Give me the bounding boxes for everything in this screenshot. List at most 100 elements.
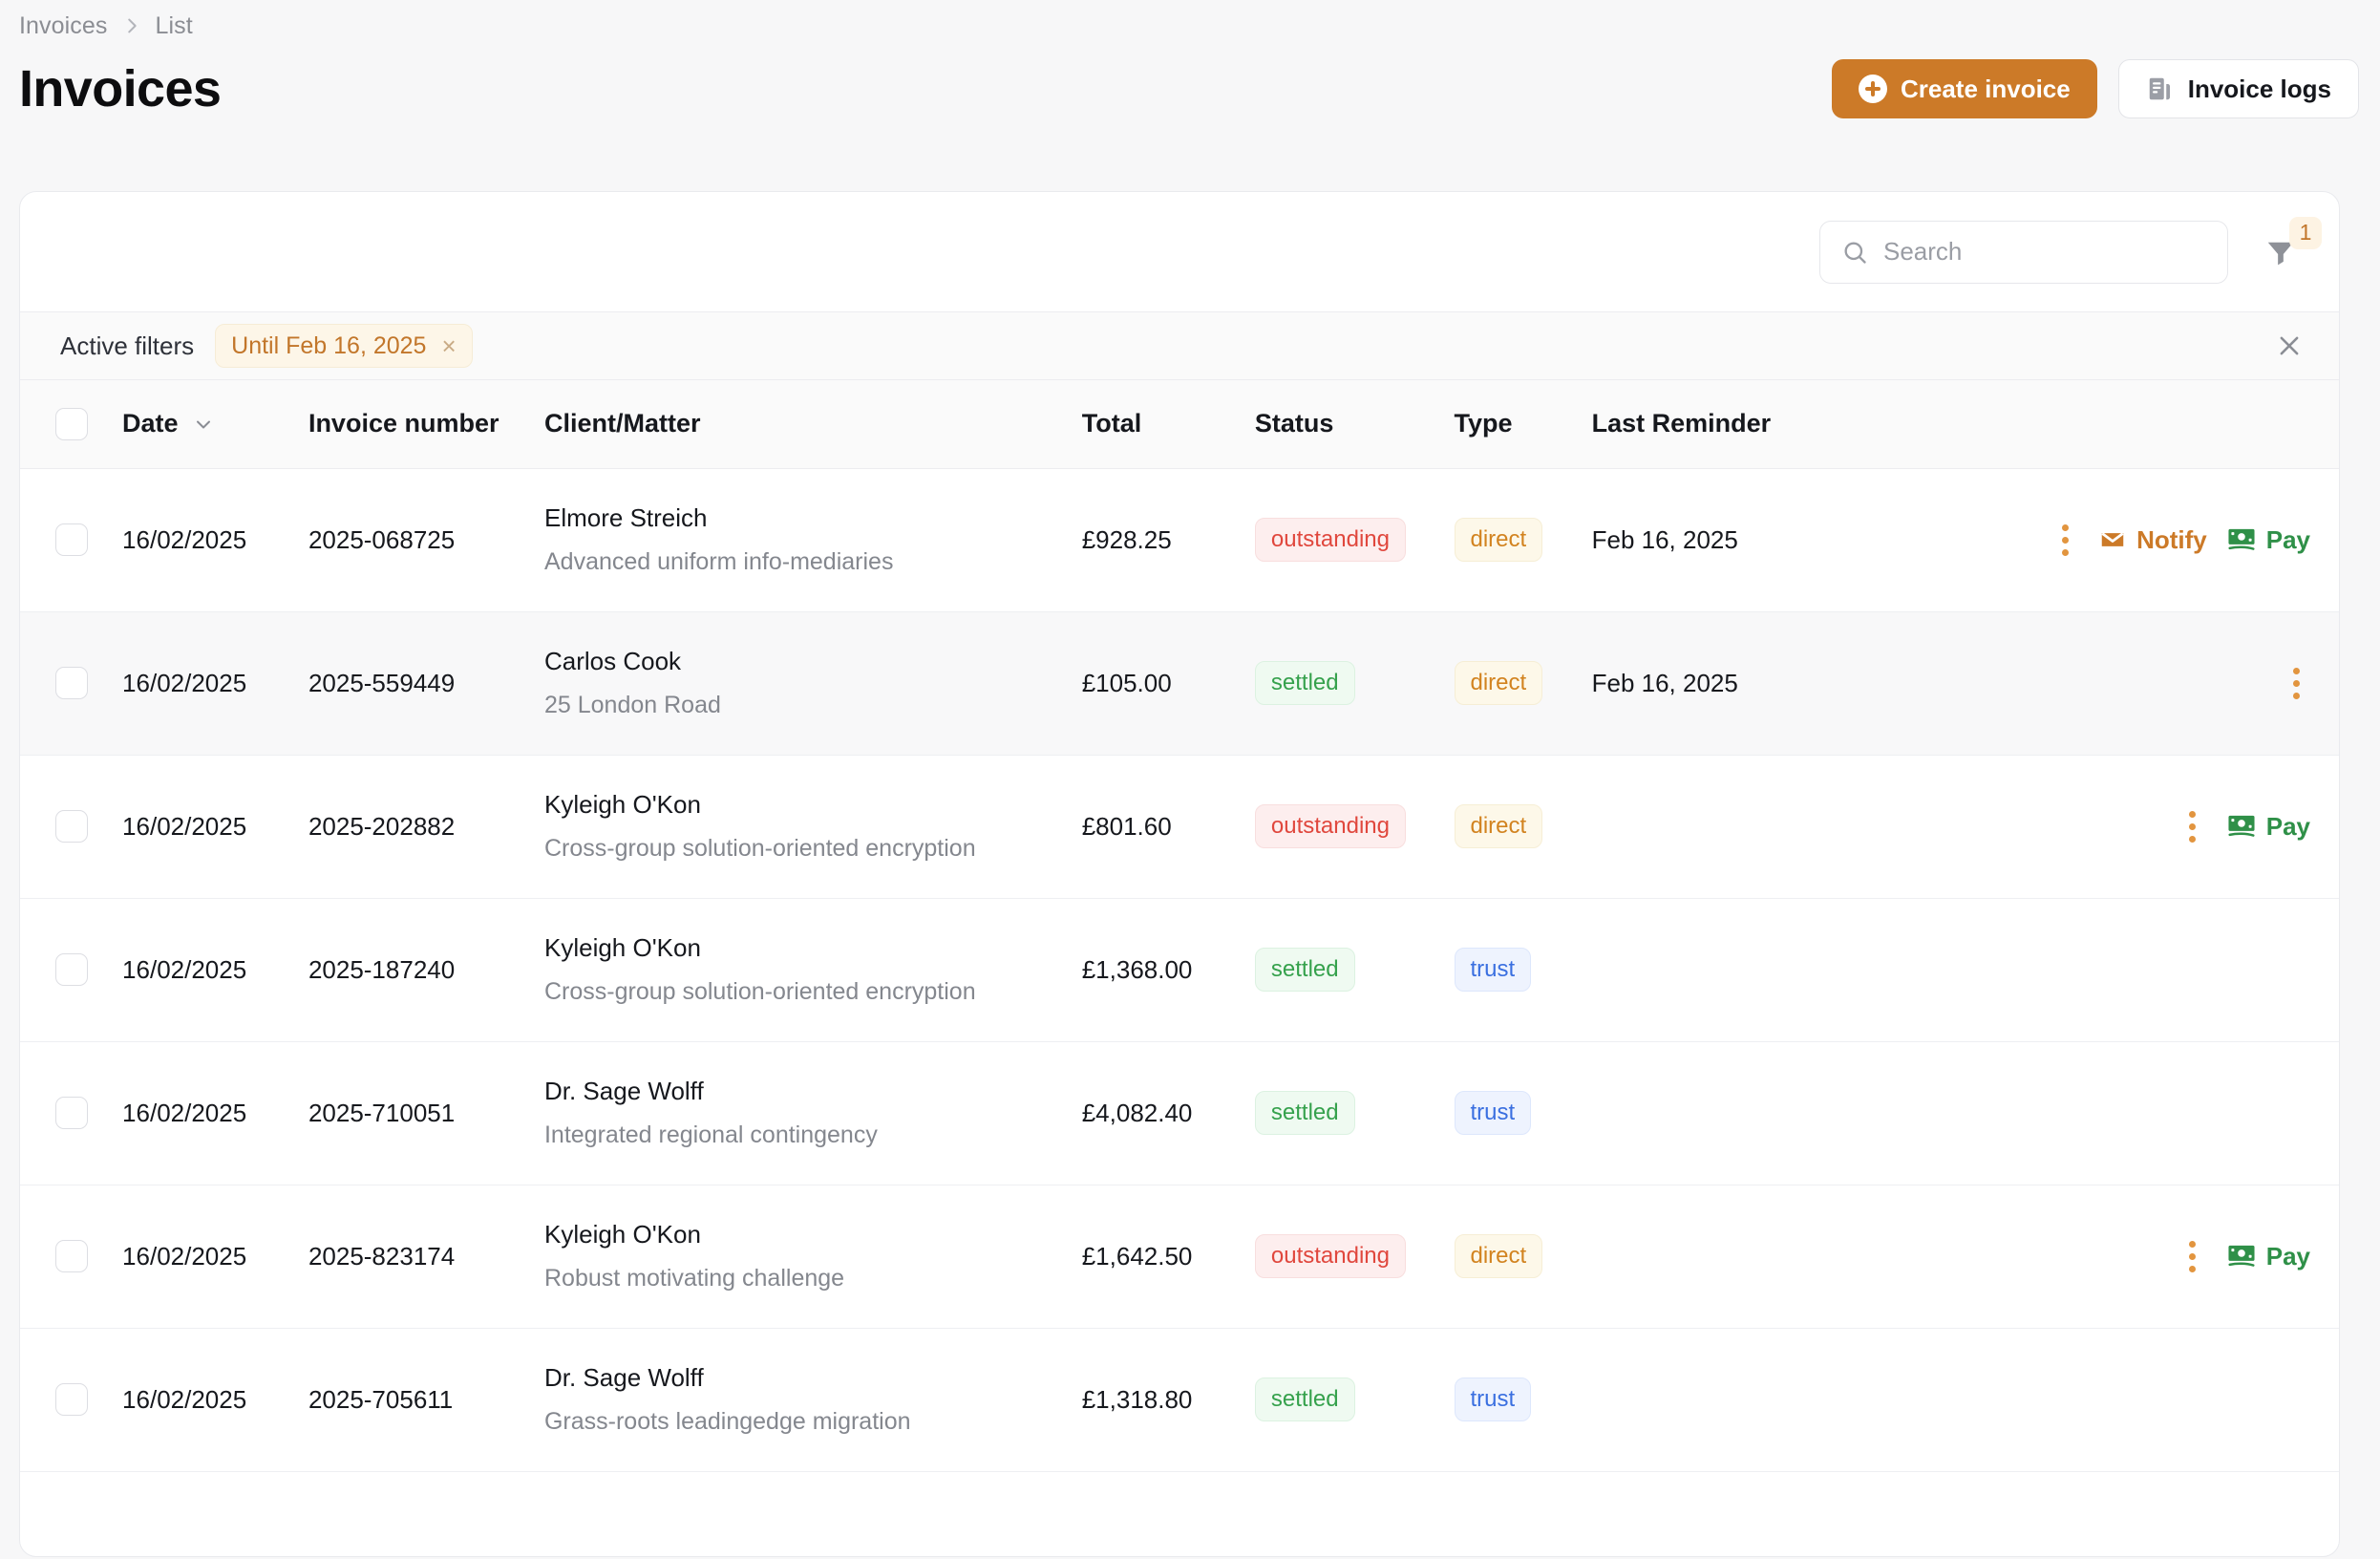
cell-invoice-number: 2025-705611 — [308, 1328, 544, 1472]
client-name: Kyleigh O'Kon — [543, 790, 701, 820]
th-date[interactable]: Date — [122, 380, 308, 469]
table-row[interactable]: 16/02/2025 2025-823174 Kyleigh O'Kon Robust… — [20, 1185, 2339, 1329]
trust-badge: trust — [1454, 1091, 1532, 1135]
pay-button[interactable]: Pay — [2226, 525, 2310, 555]
breadcrumb-root[interactable]: Invoices — [19, 12, 108, 40]
outstanding-badge: outstanding — [1254, 804, 1406, 848]
filter-chip-date[interactable]: Until Feb 16, 2025 × — [215, 324, 473, 368]
row-menu-button[interactable] — [2178, 1237, 2207, 1275]
table-header-row: Date Invoice number Client/Matter Total … — [20, 380, 2339, 469]
logs-icon — [2146, 75, 2175, 103]
cell-last-reminder — [1591, 898, 1986, 1042]
table-row[interactable]: 16/02/2025 2025-202882 Kyleigh O'Kon Cross-… — [20, 755, 2339, 899]
cell-client-matter: Kyleigh O'Kon Cross-group solution-orient… — [543, 898, 1082, 1042]
pay-button[interactable]: Pay — [2226, 1242, 2310, 1271]
chevron-down-icon[interactable] — [192, 413, 215, 436]
cell-last-reminder — [1591, 1041, 1986, 1185]
clear-all-filters-button[interactable] — [2261, 317, 2318, 374]
row-checkbox[interactable] — [54, 667, 88, 699]
direct-badge: direct — [1454, 518, 1543, 562]
cell-date: 16/02/2025 — [122, 1328, 308, 1472]
direct-badge: direct — [1454, 1234, 1543, 1278]
cell-type: trust — [1454, 1041, 1592, 1185]
cell-type: direct — [1454, 611, 1592, 756]
banknote-icon — [2226, 812, 2257, 841]
client-name: Kyleigh O'Kon — [543, 933, 701, 963]
cell-actions: Pay — [1985, 755, 2339, 899]
pay-label: Pay — [2265, 811, 2310, 841]
row-checkbox[interactable] — [54, 953, 88, 986]
th-status[interactable]: Status — [1254, 380, 1455, 469]
invoices-table: Date Invoice number Client/Matter Total … — [20, 380, 2339, 1472]
client-matter: Grass-roots leadingedge migration — [543, 1407, 911, 1435]
cell-select — [20, 1041, 123, 1185]
chevron-right-icon — [121, 15, 142, 36]
row-checkbox[interactable] — [54, 810, 88, 843]
cell-actions: Notify Pay — [1985, 468, 2339, 612]
table-toolbar: 1 — [20, 192, 2339, 311]
cell-select — [20, 1328, 123, 1472]
client-name: Dr. Sage Wolff — [543, 1363, 704, 1393]
row-checkbox[interactable] — [54, 523, 88, 556]
cell-last-reminder: Feb 16, 2025 — [1591, 611, 1986, 756]
cell-last-reminder — [1591, 1185, 1986, 1329]
cell-invoice-number: 2025-823174 — [308, 1185, 544, 1329]
th-invoice-number[interactable]: Invoice number — [308, 380, 544, 469]
client-matter: Integrated regional contingency — [543, 1121, 878, 1148]
cell-actions — [1985, 1041, 2339, 1185]
notify-button[interactable]: Notify — [2098, 525, 2207, 555]
invoices-card: 1 Active filters Until Feb 16, 2025 × — [19, 191, 2340, 1557]
create-invoice-button[interactable]: Create invoice — [1831, 59, 2097, 118]
cell-type: direct — [1454, 1185, 1592, 1329]
create-invoice-label: Create invoice — [1900, 74, 2071, 103]
table-row[interactable]: 16/02/2025 2025-187240 Kyleigh O'Kon Cross-… — [20, 898, 2339, 1042]
cell-last-reminder — [1591, 755, 1986, 899]
search-input[interactable] — [1883, 237, 2227, 267]
cell-client-matter: Carlos Cook 25 London Road — [543, 611, 1082, 756]
cell-status: outstanding — [1254, 755, 1455, 899]
table-row[interactable]: 16/02/2025 2025-068725 Elmore Streich Advan… — [20, 468, 2339, 612]
table-row[interactable]: 16/02/2025 2025-559449 Carlos Cook 25 Londo… — [20, 611, 2339, 756]
select-all-checkbox[interactable] — [54, 407, 88, 440]
row-checkbox[interactable] — [54, 1240, 88, 1272]
search-icon — [1841, 239, 1868, 266]
cell-date: 16/02/2025 — [122, 468, 308, 612]
th-total[interactable]: Total — [1081, 380, 1255, 469]
cell-client-matter: Dr. Sage Wolff Grass-roots leadingedge mi… — [543, 1328, 1082, 1472]
cell-select — [20, 611, 123, 756]
cell-total: £4,082.40 — [1081, 1041, 1255, 1185]
mail-icon — [2098, 525, 2127, 554]
th-client-matter[interactable]: Client/Matter — [543, 380, 1082, 469]
cell-total: £928.25 — [1081, 468, 1255, 612]
search-box[interactable] — [1819, 220, 2228, 284]
cell-date: 16/02/2025 — [122, 898, 308, 1042]
client-name: Elmore Streich — [543, 503, 708, 533]
table-row[interactable]: 16/02/2025 2025-705611 Dr. Sage Wolff Grass… — [20, 1328, 2339, 1472]
notify-label: Notify — [2136, 524, 2207, 554]
th-actions — [1985, 380, 2339, 469]
client-matter: Advanced uniform info-mediaries — [543, 547, 894, 575]
row-menu-button[interactable] — [2051, 521, 2079, 559]
row-menu-button[interactable] — [2178, 807, 2207, 845]
filter-button[interactable]: 1 — [2253, 216, 2322, 284]
cell-date: 16/02/2025 — [122, 1185, 308, 1329]
th-type[interactable]: Type — [1454, 380, 1592, 469]
th-last-reminder[interactable]: Last Reminder — [1591, 380, 1986, 469]
row-checkbox[interactable] — [54, 1383, 88, 1416]
close-icon[interactable]: × — [441, 333, 456, 358]
cell-actions: Pay — [1985, 1185, 2339, 1329]
row-menu-button[interactable] — [2282, 664, 2310, 702]
cell-invoice-number: 2025-187240 — [308, 898, 544, 1042]
cell-status: outstanding — [1254, 1185, 1455, 1329]
settled-badge: settled — [1254, 948, 1355, 992]
invoice-logs-button[interactable]: Invoice logs — [2117, 59, 2359, 118]
row-checkbox[interactable] — [54, 1097, 88, 1129]
page-title: Invoices — [19, 60, 222, 117]
settled-badge: settled — [1254, 661, 1355, 705]
cell-total: £105.00 — [1081, 611, 1255, 756]
table-row[interactable]: 16/02/2025 2025-710051 Dr. Sage Wolff Integ… — [20, 1041, 2339, 1185]
page-header: Invoices Create invoice Invoice logs — [0, 40, 2380, 132]
pay-button[interactable]: Pay — [2226, 812, 2310, 842]
breadcrumb-current[interactable]: List — [156, 12, 193, 40]
cell-client-matter: Kyleigh O'Kon Cross-group solution-orient… — [543, 755, 1082, 899]
